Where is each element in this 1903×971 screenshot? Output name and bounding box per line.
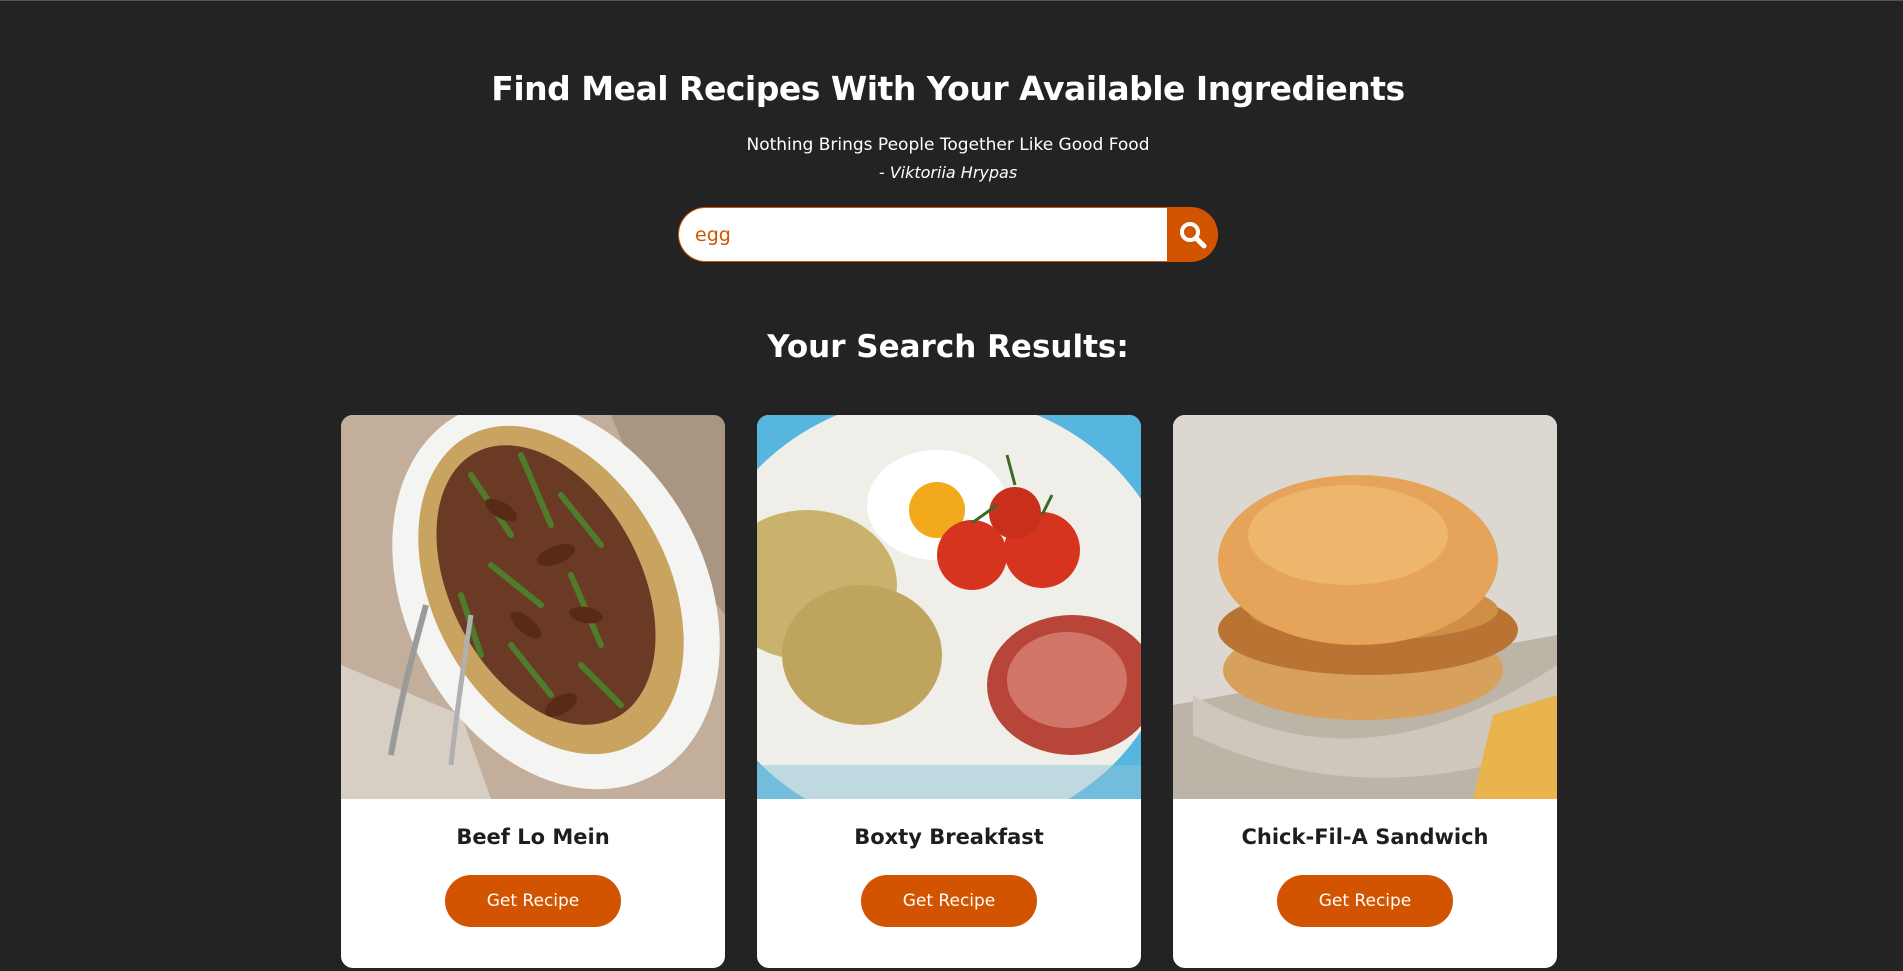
get-recipe-button[interactable]: Get Recipe [445,875,621,927]
search-button[interactable] [1167,207,1218,262]
get-recipe-button[interactable]: Get Recipe [1277,875,1453,927]
get-recipe-button[interactable]: Get Recipe [861,875,1037,927]
results-title: Your Search Results: [767,329,1129,365]
recipe-name: Chick-Fil-A Sandwich [1241,825,1489,849]
page-title: Find Meal Recipes With Your Available In… [491,69,1405,108]
recipe-image-chick-fil-a-sandwich [1173,415,1557,799]
recipe-name: Beef Lo Mein [456,825,610,849]
recipe-image-beef-lo-mein [341,415,725,799]
main-content: Find Meal Recipes With Your Available In… [0,1,1903,971]
page: Find Meal Recipes With Your Available In… [0,0,1903,971]
recipe-card: Beef Lo Mein Get Recipe [341,415,725,968]
quote-author: - Viktoriia Hrypas [878,163,1018,182]
recipe-image-boxty-breakfast [757,415,1141,799]
recipe-card: Boxty Breakfast Get Recipe [757,415,1141,968]
search-icon [1179,221,1206,248]
results-grid: Beef Lo Mein Get Recipe Boxty Breakfast … [341,415,1557,968]
search-input[interactable] [678,207,1167,262]
recipe-card: Chick-Fil-A Sandwich Get Recipe [1173,415,1557,968]
search-bar [678,207,1218,262]
recipe-name: Boxty Breakfast [854,825,1044,849]
quote-text: Nothing Brings People Together Like Good… [746,135,1150,155]
